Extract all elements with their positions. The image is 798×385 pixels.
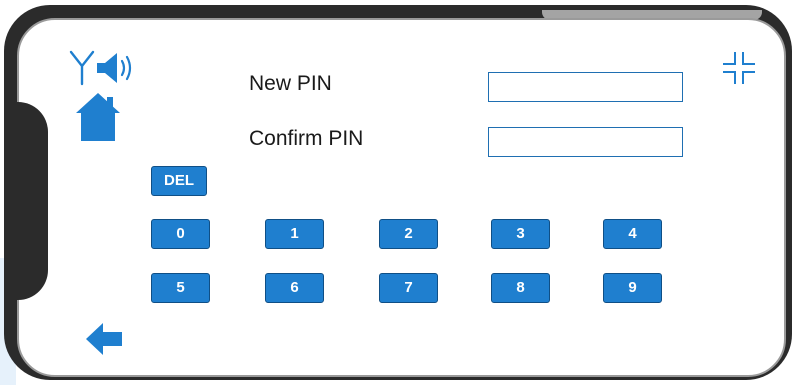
antenna-icon bbox=[69, 50, 95, 86]
key-2[interactable]: 2 bbox=[379, 219, 438, 249]
phone-screen: New PIN Confirm PIN DEL 0 1 2 3 4 5 6 7 … bbox=[17, 18, 786, 377]
phone-frame: New PIN Confirm PIN DEL 0 1 2 3 4 5 6 7 … bbox=[4, 5, 792, 380]
delete-button[interactable]: DEL bbox=[151, 166, 207, 196]
key-6[interactable]: 6 bbox=[265, 273, 324, 303]
fullscreen-exit-icon[interactable] bbox=[721, 50, 757, 86]
speaker-icon[interactable] bbox=[95, 50, 135, 86]
new-pin-label: New PIN bbox=[249, 72, 332, 95]
key-1[interactable]: 1 bbox=[265, 219, 324, 249]
key-8[interactable]: 8 bbox=[491, 273, 550, 303]
key-5[interactable]: 5 bbox=[151, 273, 210, 303]
app-stage: New PIN Confirm PIN DEL 0 1 2 3 4 5 6 7 … bbox=[0, 0, 798, 385]
phone-notch bbox=[4, 102, 48, 300]
key-3[interactable]: 3 bbox=[491, 219, 550, 249]
key-9[interactable]: 9 bbox=[603, 273, 662, 303]
back-arrow-icon[interactable] bbox=[84, 320, 124, 358]
confirm-pin-label: Confirm PIN bbox=[249, 127, 364, 150]
key-4[interactable]: 4 bbox=[603, 219, 662, 249]
key-7[interactable]: 7 bbox=[379, 273, 438, 303]
confirm-pin-input[interactable] bbox=[488, 127, 683, 157]
home-icon[interactable] bbox=[74, 91, 122, 143]
new-pin-input[interactable] bbox=[488, 72, 683, 102]
key-0[interactable]: 0 bbox=[151, 219, 210, 249]
